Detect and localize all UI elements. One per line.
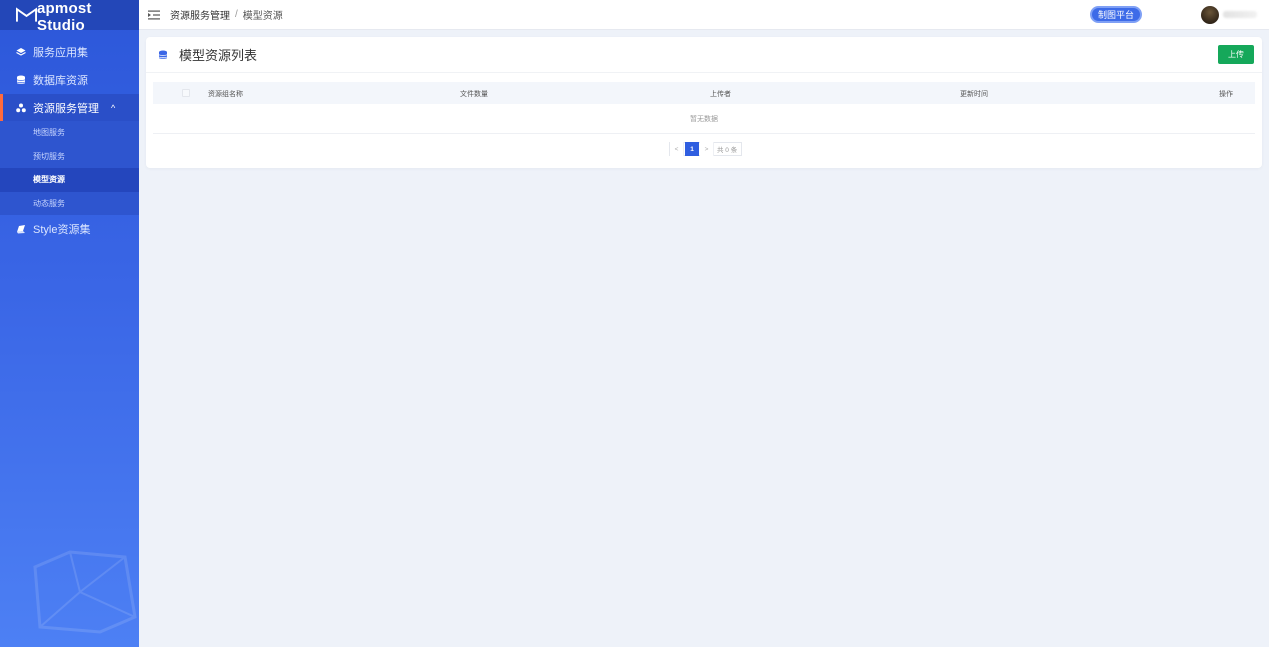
table-empty-row: 暂无数据 [153, 104, 1255, 134]
breadcrumb-item[interactable]: 资源服务管理 [170, 7, 230, 22]
chevron-up-icon[interactable]: ^ [111, 103, 115, 113]
top-bar: 资源服务管理 / 模型资源 制图平台 [139, 0, 1269, 30]
prev-page-button[interactable]: < [670, 142, 684, 156]
sidebar-item-label: Style资源集 [33, 224, 91, 236]
sidebar-subitem-map-service[interactable]: 地图服务 [0, 121, 139, 145]
breadcrumb-separator: / [235, 9, 238, 20]
sidebar-subitem-model-resource[interactable]: 模型资源 [0, 168, 139, 192]
logo-text: apmost Studio [37, 0, 92, 34]
column-header-group-name: 资源组名称 [208, 91, 243, 98]
sidebar-item-style[interactable]: Style资源集 [0, 215, 139, 243]
username-blurred[interactable] [1223, 11, 1257, 18]
app-root: apmost Studio 服务应用集 数据库资源 资源服务管理 ^ 地图服务 … [0, 0, 1269, 647]
cluster-icon [16, 103, 26, 112]
column-header-actions: 操作 [1219, 91, 1233, 98]
page-title: 模型资源列表 [179, 48, 258, 63]
next-page-button[interactable]: > [700, 142, 714, 156]
column-header-updated-at: 更新时间 [960, 91, 988, 98]
sidebar-subitem-precut-service[interactable]: 预切服务 [0, 145, 139, 169]
model-resource-card: 模型资源列表 上传 资源组名称 文件数量 上传者 更新时间 操作 暂无数据 < … [146, 37, 1262, 168]
logo[interactable]: apmost Studio [0, 0, 139, 34]
sidebar-item-resource-management[interactable]: 资源服务管理 ^ [0, 94, 139, 121]
logo-m-icon [16, 7, 38, 22]
pagination-group: < 1 > 共 0 条 [669, 142, 743, 156]
avatar[interactable] [1201, 6, 1219, 24]
breadcrumb-current: 模型资源 [242, 11, 283, 22]
sidebar-submenu: 地图服务 预切服务 模型资源 动态服务 [0, 121, 139, 215]
total-count: 共 0 条 [717, 147, 738, 154]
sidebar: apmost Studio 服务应用集 数据库资源 资源服务管理 ^ 地图服务 … [0, 0, 139, 647]
sidebar-subitem-dynamic-service[interactable]: 动态服务 [0, 192, 139, 216]
pagination: < 1 > 共 0 条 [669, 142, 743, 156]
column-header-file-count: 文件数量 [460, 91, 488, 98]
sidebar-menu: 服务应用集 数据库资源 资源服务管理 ^ 地图服务 预切服务 模型资源 动态服务… [0, 38, 139, 243]
upload-button[interactable]: 上传 [1218, 45, 1254, 64]
layers-icon [16, 48, 26, 56]
breadcrumb: 资源服务管理 / 模型资源 [170, 7, 283, 22]
page-number-current[interactable]: 1 [685, 142, 699, 156]
table-header: 资源组名称 文件数量 上传者 更新时间 操作 [153, 82, 1255, 104]
sidebar-item-label: 服务应用集 [33, 47, 88, 59]
sidebar-item-service-apps[interactable]: 服务应用集 [0, 38, 139, 66]
resource-table: 资源组名称 文件数量 上传者 更新时间 操作 暂无数据 [153, 82, 1255, 134]
sidebar-item-database[interactable]: 数据库资源 [0, 66, 139, 94]
menu-fold-icon[interactable] [148, 10, 160, 20]
card-header: 模型资源列表 [146, 37, 1262, 73]
database-icon [16, 75, 26, 84]
select-all-checkbox[interactable] [182, 89, 190, 97]
platform-button[interactable]: 制图平台 [1090, 6, 1142, 23]
empty-text: 暂无数据 [690, 115, 718, 123]
database-icon [158, 50, 168, 59]
map-watermark-icon [33, 550, 137, 634]
style-icon [17, 225, 25, 234]
sidebar-item-label: 资源服务管理 [33, 102, 99, 115]
sidebar-item-label: 数据库资源 [33, 75, 88, 87]
column-header-uploader: 上传者 [710, 91, 731, 98]
